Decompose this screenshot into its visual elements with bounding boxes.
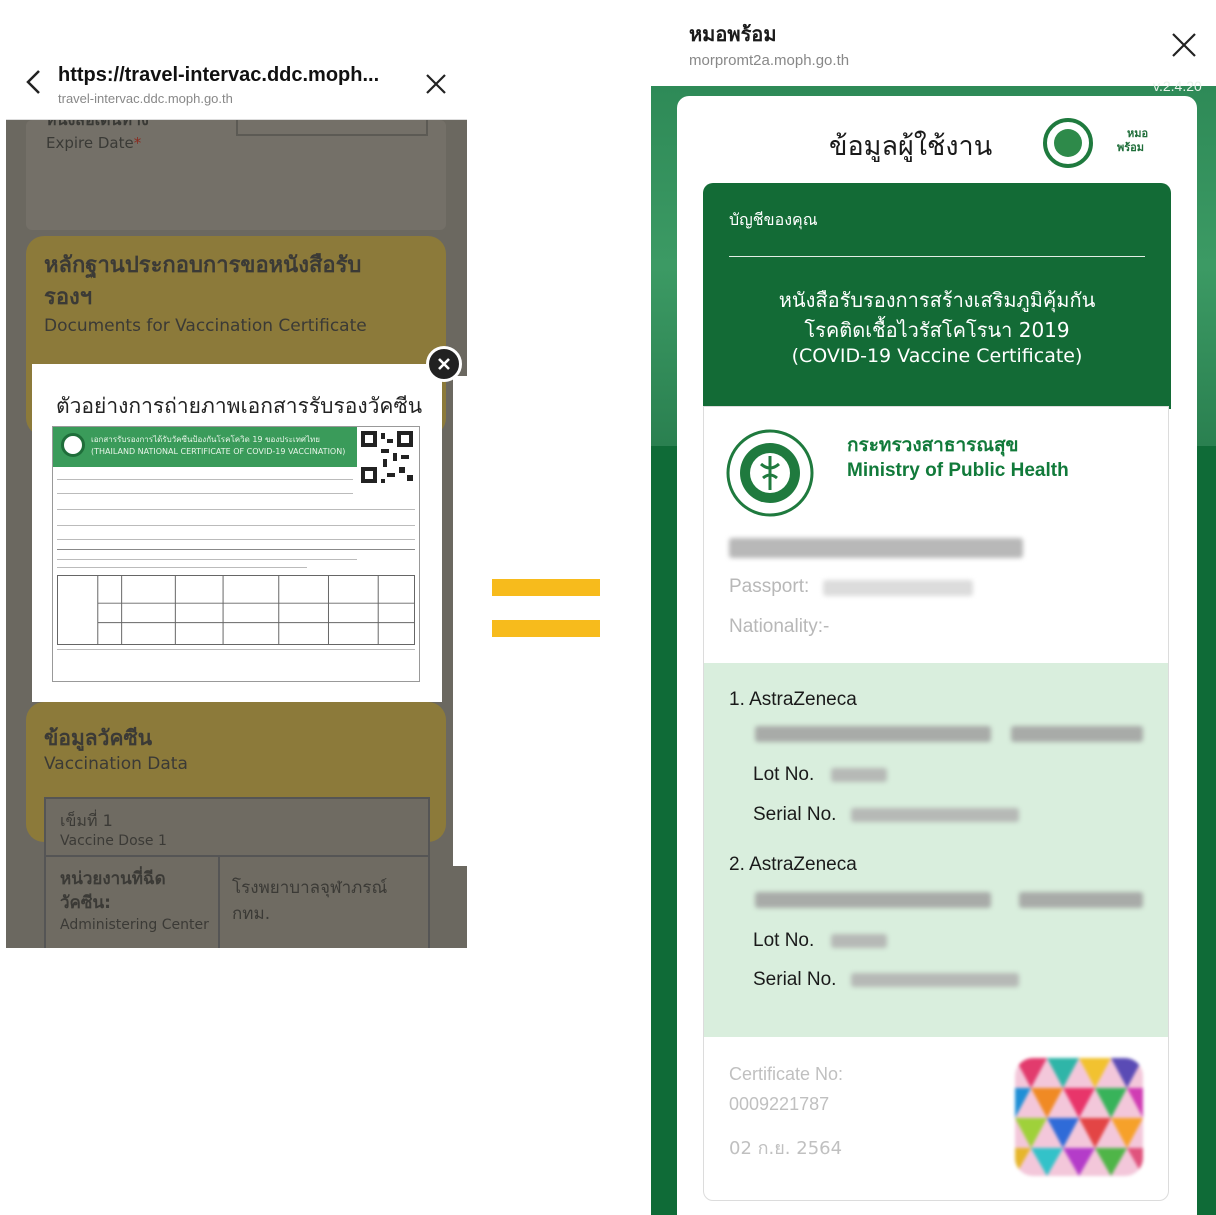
form-line: [57, 493, 353, 494]
qr-code-icon: [359, 429, 415, 485]
dose-label-en: Vaccine Dose 1: [60, 833, 167, 849]
vaccination-title-th: ข้อมูลวัคซีน: [44, 726, 153, 750]
url-domain: travel-intervac.ddc.moph.go.th: [58, 91, 233, 106]
certificate-title-line3: (COVID-19 Vaccine Certificate): [791, 345, 1083, 367]
blurred-vaccine-2-serial: [851, 973, 1019, 987]
sample-certificate-image: เอกสารรับรองการได้รับวัคซีนป้องกันโรคโคว…: [52, 426, 420, 682]
blurred-vaccine-2-date: [755, 892, 991, 908]
ministry-name-en: Ministry of Public Health: [847, 460, 1069, 481]
close-icon[interactable]: [424, 72, 448, 96]
url-title: https://travel-intervac.ddc.moph...: [58, 64, 380, 86]
passport-label: Passport:: [729, 576, 810, 597]
dose-row: เข็มที่ 1 Vaccine Dose 1: [46, 799, 428, 857]
sample-cert-header-th: เอกสารรับรองการได้รับวัคซีนป้องกันโรคโคว…: [91, 435, 320, 444]
form-line: [57, 559, 357, 560]
moph-logo-icon: [61, 433, 85, 457]
ministry-name-th: กระทรวงสาธารณสุข: [847, 434, 1019, 456]
expire-label-en: Expire Date*: [46, 134, 142, 152]
dose-table: เข็มที่ 1 Vaccine Dose 1 หน่วยงานที่ฉีดว…: [44, 797, 430, 948]
blurred-vaccine-1-place: [1011, 726, 1143, 742]
nationality-label: Nationality:-: [729, 616, 830, 637]
blurred-vaccine-2-lot: [831, 934, 887, 948]
mor-prom-logo-line2: พร้อม: [1117, 141, 1145, 154]
close-icon[interactable]: [1169, 30, 1199, 60]
equals-sign-bottom-bar: [492, 620, 600, 637]
form-line: [57, 479, 353, 480]
table-divider: [218, 857, 220, 948]
app-header: หมอพร้อม morpromt2a.moph.go.th: [651, 0, 1216, 86]
scrollbar-track: [453, 376, 467, 866]
blurred-name: [729, 538, 1023, 558]
vaccine-2-serial-label: Serial No.: [753, 969, 837, 990]
panel-title: ข้อมูลผู้ใช้งาน: [829, 131, 993, 162]
form-line: [57, 509, 415, 510]
right-phone-screen: หมอพร้อม morpromt2a.moph.go.th v.2.4.20 …: [651, 0, 1216, 1215]
certificate-date: 02 ก.ย. 2564: [729, 1138, 843, 1159]
vaccine-1-serial-label: Serial No.: [753, 804, 837, 825]
moph-logo-icon: [1043, 118, 1093, 168]
blurred-vaccine-2-place: [1019, 892, 1143, 908]
modal-close-button[interactable]: [426, 346, 462, 382]
app-version: v.2.4.20: [1153, 78, 1202, 94]
left-phone-screen: https://travel-intervac.ddc.moph... trav…: [6, 46, 467, 948]
vaccine-1-name: 1. AstraZeneca: [729, 689, 857, 710]
vaccine-2-name: 2. AstraZeneca: [729, 854, 857, 875]
account-label: บัญชีของคุณ: [729, 210, 818, 229]
center-value: โรงพยาบาลจุฬาภรณ์ กทม.: [232, 878, 388, 924]
app-domain: morpromt2a.moph.go.th: [689, 52, 850, 69]
blurred-qr-code-icon: [1015, 1058, 1143, 1176]
form-line: [57, 549, 415, 550]
browser-top-bar: https://travel-intervac.ddc.moph... trav…: [6, 46, 467, 120]
vaccine-1-lot-label: Lot No.: [753, 764, 815, 785]
center-label-en: Administering Center: [60, 917, 209, 933]
documents-title-th: หลักฐานประกอบการขอหนังสือรับรองฯ: [44, 253, 362, 310]
certificate-title-line2: โรคติดเชื้อไวรัสโคโรนา 2019: [804, 318, 1070, 342]
form-line: [57, 525, 415, 526]
sample-dose-table: [57, 575, 415, 645]
modal-title: ตัวอย่างการถ่ายภาพเอกสารรับรองวัคซีน: [56, 394, 423, 418]
equals-sign-top-bar: [492, 579, 600, 596]
certificate-no-value: 0009221787: [729, 1094, 830, 1114]
account-divider: [729, 256, 1145, 257]
form-line: [57, 539, 415, 540]
vaccination-title-en: Vaccination Data: [44, 754, 188, 774]
sample-cert-header-en: (THAILAND NATIONAL CERTIFICATE OF COVID-…: [91, 447, 346, 456]
center-label-th: หน่วยงานที่ฉีดวัคซีน:: [60, 869, 166, 913]
blurred-vaccine-1-lot: [831, 768, 887, 782]
form-line: [57, 649, 415, 650]
back-chevron-icon[interactable]: [22, 68, 46, 96]
form-line: [57, 567, 307, 568]
blurred-passport: [823, 580, 973, 596]
certificate-title-line1: หนังสือรับรองการสร้างเสริมภูมิคุ้มกัน: [778, 288, 1096, 312]
close-icon: [438, 358, 450, 370]
required-star: *: [133, 134, 142, 152]
certificate-no-label: Certificate No:: [729, 1064, 844, 1084]
blurred-vaccine-1-date: [755, 726, 991, 742]
sample-cert-header: เอกสารรับรองการได้รับวัคซีนป้องกันโรคโคว…: [53, 427, 357, 467]
blurred-vaccine-1-serial: [851, 808, 1019, 822]
sample-photo-modal: ตัวอย่างการถ่ายภาพเอกสารรับรองวัคซีน เอก…: [32, 364, 442, 702]
vaccine-2-lot-label: Lot No.: [753, 930, 815, 951]
documents-title-en: Documents for Vaccination Certificate: [44, 316, 367, 336]
dose-label-th: เข็มที่ 1: [60, 811, 113, 830]
app-name: หมอพร้อม: [689, 22, 777, 46]
ministry-seal-icon: [726, 429, 814, 517]
